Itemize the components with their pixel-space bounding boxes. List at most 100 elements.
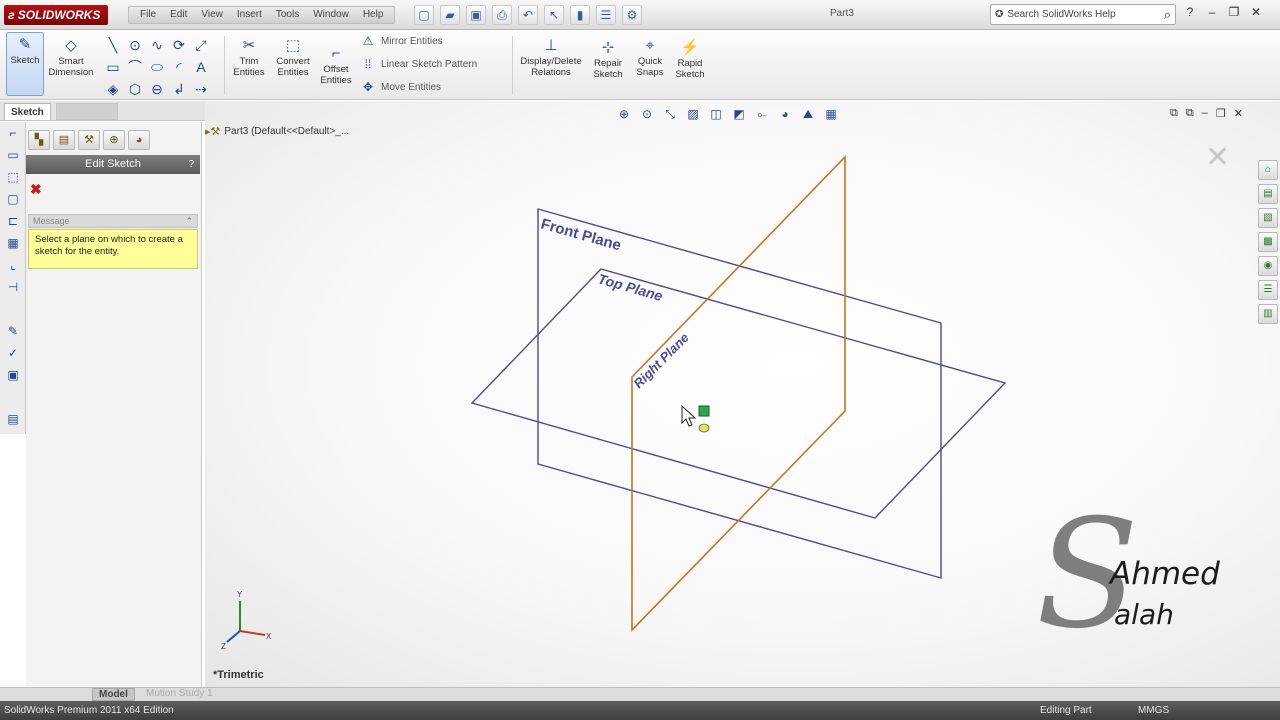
linear-sketch-pattern-button[interactable]: ⁞⁞ Linear Sketch Pattern <box>360 57 478 71</box>
right-plane-outline[interactable] <box>631 155 846 632</box>
menu-tools[interactable]: Tools <box>269 7 306 23</box>
rapid-sketch-button[interactable]: ⚡ Rapid Sketch <box>670 36 710 80</box>
property-manager-help[interactable]: ? <box>188 155 194 174</box>
chamfer-icon[interactable]: ⇢ <box>190 78 212 100</box>
feature-tree-flyout[interactable]: ▸⚒ Part3 (Default<<Default>_... <box>205 125 349 138</box>
dimension-tool-icon[interactable]: ⊣ <box>0 276 26 298</box>
circle-icon[interactable]: ⊙ <box>124 34 146 56</box>
print-icon[interactable]: ⎙ <box>492 5 512 25</box>
edit-appearance-icon[interactable]: ◕ <box>776 107 794 122</box>
viewport-close-icon[interactable]: ✕ <box>1234 107 1243 120</box>
menu-help[interactable]: Help <box>356 7 391 23</box>
top-plane-label[interactable]: Top Plane <box>596 270 664 304</box>
task-scheduler-icon[interactable]: ▥ <box>1258 304 1278 324</box>
box-tool-icon[interactable]: ⬚ <box>0 166 26 188</box>
repair-sketch-button[interactable]: ⊹ Repair Sketch <box>588 36 628 80</box>
display-manager-icon[interactable]: ◕ <box>128 130 150 150</box>
feature-manager-icon[interactable]: ▚ <box>28 130 50 150</box>
tab-model[interactable]: Model <box>92 688 135 701</box>
options-icon[interactable]: ⚙ <box>622 5 642 25</box>
design-library-icon[interactable]: ▤ <box>1258 184 1278 204</box>
rectangle-icon[interactable]: ▭ <box>102 56 124 78</box>
viewport-tile-icon[interactable]: ⧉ <box>1186 107 1194 120</box>
hide-show-items-icon[interactable]: ⟜ <box>753 107 771 122</box>
select-arrow-icon[interactable]: ↖ <box>544 5 564 25</box>
apply-scene-icon[interactable]: ⛰ <box>799 107 817 122</box>
configuration-manager-icon[interactable]: ⚒ <box>78 130 100 150</box>
tab-obscured[interactable] <box>56 103 118 120</box>
property-manager-icon[interactable]: ▤ <box>53 130 75 150</box>
appearances-icon[interactable]: ◉ <box>1258 256 1278 276</box>
centerline-icon[interactable]: ⤢ <box>190 34 212 56</box>
tab-motion-study[interactable]: Motion Study 1 <box>140 688 219 701</box>
slot-tool-icon[interactable]: ⊏ <box>0 210 26 232</box>
undo-icon[interactable]: ↶ <box>518 5 538 25</box>
rectangle-tool-icon[interactable]: ▭ <box>0 144 26 166</box>
mirror-entities-button[interactable]: ⚠ Mirror Entities <box>360 34 443 48</box>
display-delete-relations-button[interactable]: ⊥ Display/Delete Relations <box>516 34 586 78</box>
menu-view[interactable]: View <box>194 7 230 23</box>
viewport-minimize-icon[interactable]: – <box>1202 107 1208 120</box>
line-icon[interactable]: ╲ <box>102 34 124 56</box>
view-orientation-icon[interactable]: ◫ <box>707 107 725 122</box>
sketch-button[interactable]: ✎ Sketch <box>6 32 44 96</box>
top-plane-outline[interactable] <box>470 268 1007 519</box>
polygon-icon[interactable]: ⬡ <box>124 78 146 100</box>
menu-edit[interactable]: Edit <box>163 7 194 23</box>
offset-entities-button[interactable]: ⌐ Offset Entities <box>316 42 356 87</box>
convert-entities-button[interactable]: ⬚ Convert Entities <box>272 34 314 78</box>
tab-sketch[interactable]: Sketch <box>4 103 51 120</box>
section-view-icon[interactable]: ▨ <box>684 107 702 122</box>
camera-tool-icon[interactable]: ▣ <box>0 364 26 386</box>
dim-xpert-icon[interactable]: ⊕ <box>103 130 125 150</box>
check-tool-icon[interactable]: ✓ <box>0 342 26 364</box>
text-icon[interactable]: A <box>190 56 212 78</box>
help-search-field[interactable]: ✪ Search SolidWorks Help ⌕ <box>990 4 1176 25</box>
viewport-maximize-icon[interactable]: ❐ <box>1216 107 1226 120</box>
menu-insert[interactable]: Insert <box>230 7 269 23</box>
view-palette-icon[interactable]: ▩ <box>1258 232 1278 252</box>
edit-tool-icon[interactable]: ✎ <box>0 320 26 342</box>
viewport-restore-icon[interactable]: ⧉ <box>1170 107 1178 120</box>
search-icon[interactable]: ⌕ <box>1164 7 1171 23</box>
line-tool-icon[interactable]: ⌐ <box>0 122 26 144</box>
menu-window[interactable]: Window <box>306 7 356 23</box>
plane-icon[interactable]: ◈ <box>102 78 124 100</box>
file-explorer-icon[interactable]: ▧ <box>1258 208 1278 228</box>
spline-icon[interactable]: ∿ <box>146 34 168 56</box>
collapse-chevron-icon[interactable]: ⌃ <box>185 215 193 227</box>
sketch-fillet-icon[interactable]: ◜ <box>168 56 190 78</box>
grid-tool-icon[interactable]: ▦ <box>0 232 26 254</box>
smart-dimension-button[interactable]: ◇ Smart Dimension <box>48 34 94 78</box>
open-folder-icon[interactable]: ▰ <box>440 5 460 25</box>
point-icon[interactable]: ↲ <box>168 78 190 100</box>
file-properties-icon[interactable]: ☰ <box>596 5 616 25</box>
front-plane-outline[interactable] <box>537 208 942 579</box>
display-style-icon[interactable]: ◩ <box>730 107 748 122</box>
minimize-icon[interactable]: – <box>1204 5 1220 19</box>
solidworks-resources-icon[interactable]: ⌂ <box>1258 160 1278 180</box>
cancel-x-icon[interactable]: ✖ <box>30 182 44 196</box>
exit-sketch-x-icon[interactable]: ✕ <box>1205 143 1230 173</box>
previous-view-icon[interactable]: ⤡ <box>661 107 679 122</box>
save-icon[interactable]: ▣ <box>466 5 486 25</box>
new-document-icon[interactable]: ▢ <box>414 5 434 25</box>
arc-icon[interactable]: ⌒ <box>124 56 146 78</box>
quick-snaps-button[interactable]: ⌖ Quick Snaps <box>630 34 670 79</box>
view-settings-icon[interactable]: ▦ <box>822 107 840 122</box>
tangent-arc-icon[interactable]: ⟳ <box>168 34 190 56</box>
right-plane-label[interactable]: Right Plane <box>631 330 692 391</box>
zoom-to-fit-icon[interactable]: ⊕ <box>615 107 633 122</box>
menu-file[interactable]: File <box>133 7 163 23</box>
corner-tool-icon[interactable]: ⌞ <box>0 254 26 276</box>
zoom-to-area-icon[interactable]: ⊙ <box>638 107 656 122</box>
construction-icon[interactable]: ⊖ <box>146 78 168 100</box>
trim-entities-button[interactable]: ✂ Trim Entities <box>228 34 270 78</box>
message-section-header[interactable]: Message ⌃ <box>28 214 198 228</box>
rebuild-icon[interactable]: ▮ <box>570 5 590 25</box>
ellipse-icon[interactable]: ⬭ <box>146 56 168 78</box>
solidworks-logo[interactable]: ƨ SOLIDWORKS <box>4 5 109 25</box>
square-tool-icon[interactable]: ▢ <box>0 188 26 210</box>
move-entities-button[interactable]: ✥ Move Entities <box>360 80 441 94</box>
custom-properties-icon[interactable]: ☰ <box>1258 280 1278 300</box>
